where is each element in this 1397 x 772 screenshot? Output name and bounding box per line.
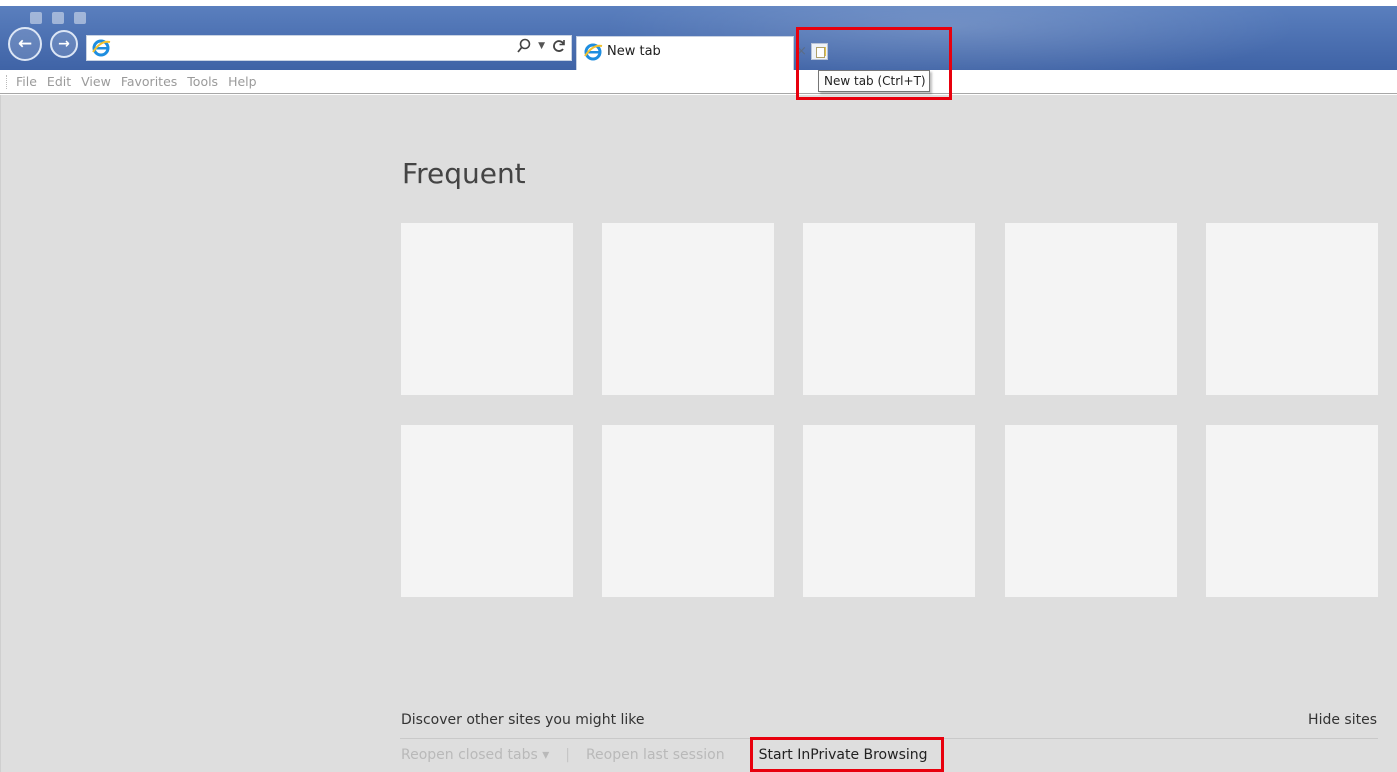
search-icon[interactable] [516, 38, 532, 54]
address-icons: ▼ [516, 38, 567, 54]
tab-title: New tab [607, 44, 661, 59]
back-button[interactable]: ← [8, 27, 42, 61]
frequent-site-tile[interactable] [1005, 223, 1177, 395]
frequent-site-tile[interactable] [602, 425, 774, 597]
dropdown-caret-icon[interactable]: ▼ [538, 41, 545, 51]
menu-favorites[interactable]: Favorites [121, 74, 177, 89]
menu-bar: File Edit View Favorites Tools Help [0, 70, 1397, 94]
forward-button[interactable]: → [50, 30, 78, 58]
content-edge [0, 95, 1, 772]
tab-new-tab[interactable]: New tab [576, 36, 794, 70]
save-icon[interactable] [30, 12, 42, 24]
frequent-site-tile[interactable] [803, 425, 975, 597]
menu-file[interactable]: File [16, 74, 37, 89]
frequent-site-tile[interactable] [1206, 425, 1378, 597]
hide-sites-link[interactable]: Hide sites [1308, 712, 1377, 728]
frequent-site-tile[interactable] [1206, 223, 1378, 395]
page-title: Frequent [402, 157, 526, 190]
refresh-icon[interactable] [551, 38, 567, 54]
frequent-site-tile[interactable] [401, 223, 573, 395]
menu-items: File Edit View Favorites Tools Help [16, 74, 257, 89]
highlight-box [796, 27, 952, 100]
redo-icon[interactable] [74, 12, 86, 24]
discover-sites-link[interactable]: Discover other sites you might like [401, 712, 645, 728]
ie-logo-icon [92, 39, 111, 57]
menu-grip [6, 75, 7, 89]
reopen-closed-tabs-link[interactable]: Reopen closed tabs ▾ [401, 747, 549, 763]
address-bar[interactable]: ▼ [86, 35, 572, 61]
menu-edit[interactable]: Edit [47, 74, 71, 89]
menu-tools[interactable]: Tools [187, 74, 218, 89]
frequent-site-tile[interactable] [602, 223, 774, 395]
reopen-last-session-link[interactable]: Reopen last session [586, 747, 725, 763]
menu-help[interactable]: Help [228, 74, 257, 89]
frequent-site-tile[interactable] [401, 425, 573, 597]
menu-view[interactable]: View [81, 74, 111, 89]
highlight-box [750, 737, 944, 772]
quick-access-toolbar [30, 12, 86, 24]
frequent-site-tile[interactable] [803, 223, 975, 395]
ie-logo-icon [584, 43, 603, 61]
frequent-site-tile[interactable] [1005, 425, 1177, 597]
undo-icon[interactable] [52, 12, 64, 24]
footer-separator: | [565, 747, 570, 763]
